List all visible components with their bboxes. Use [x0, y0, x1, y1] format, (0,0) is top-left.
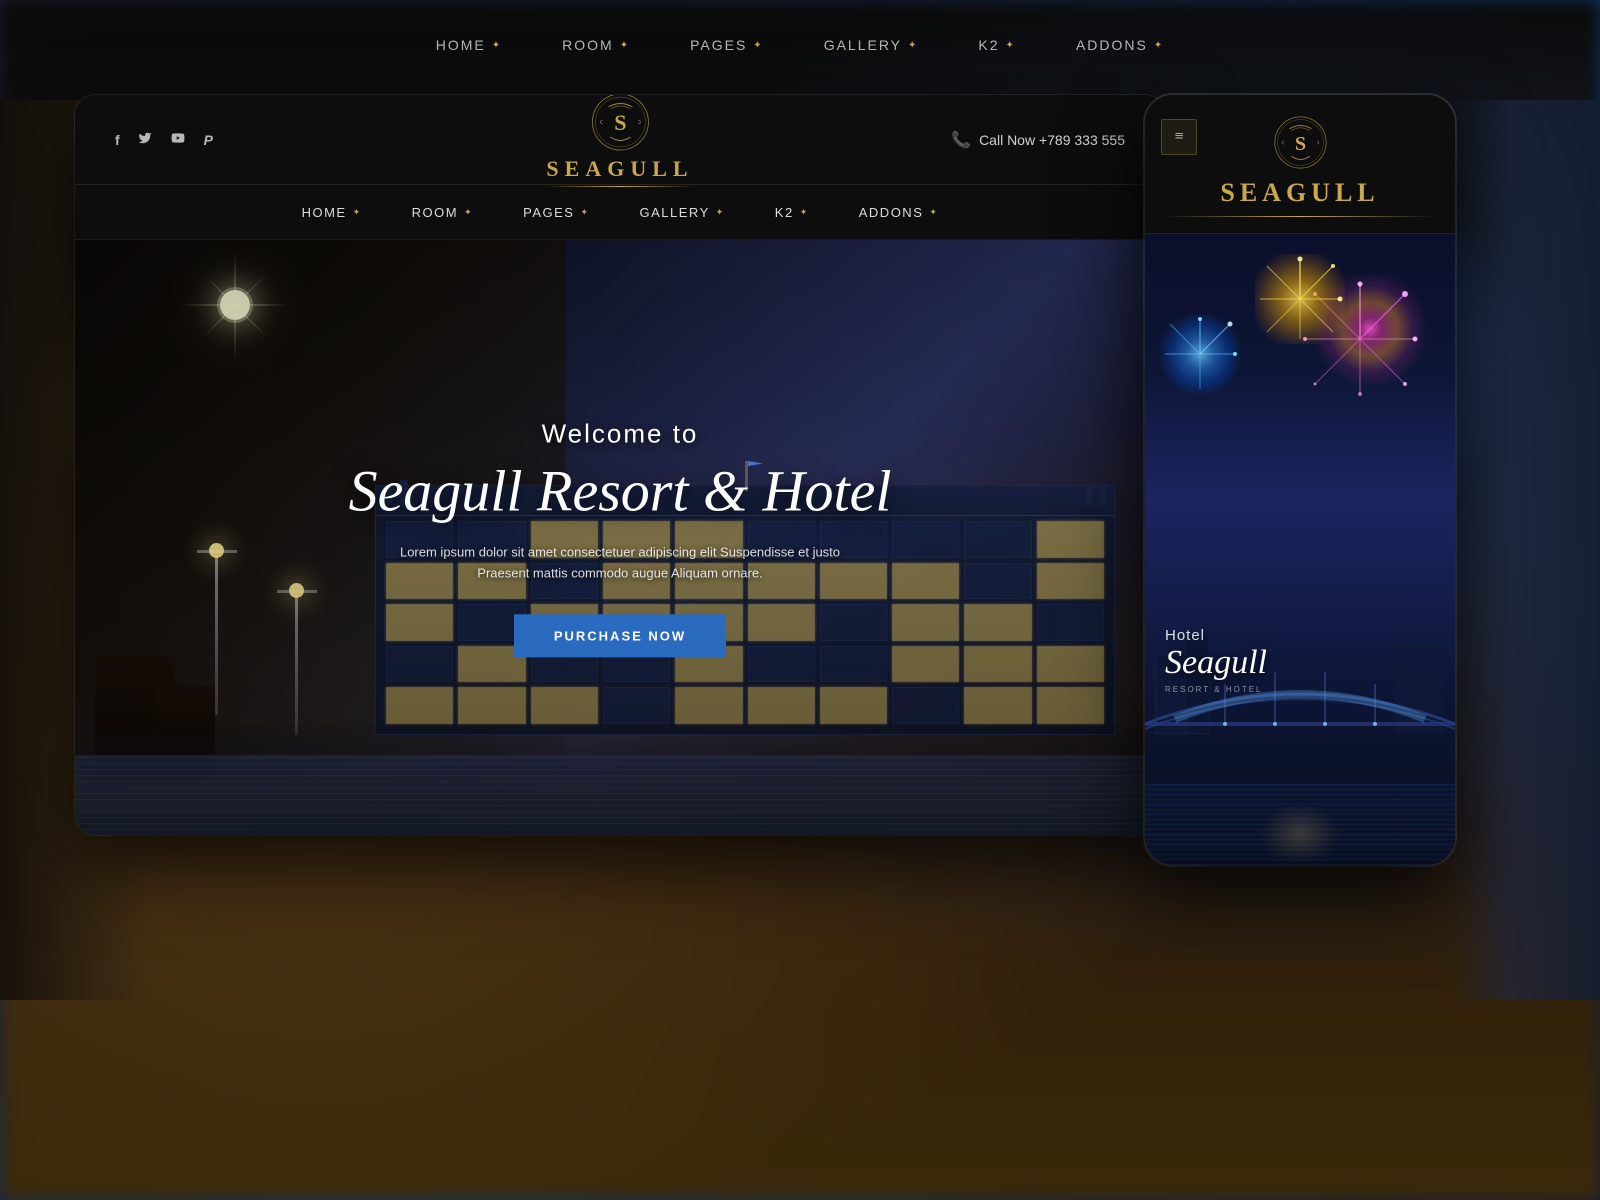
main-nav-pages[interactable]: PAGES ✦ [523, 205, 589, 220]
mobile-hero: Hotel Seagull RESORT & HOTEL [1145, 234, 1455, 865]
firework-blue [1160, 314, 1240, 394]
purchase-button[interactable]: PURCHASE NOW [514, 614, 726, 657]
hotel-title: Seagull Resort & Hotel [320, 459, 920, 523]
phone-icon: 📞 [951, 130, 971, 150]
main-nav-addons[interactable]: ADDONS ✦ [859, 205, 939, 220]
social-icons: f P [115, 131, 213, 148]
svg-text:S: S [1294, 133, 1305, 155]
call-now-text: Call Now +789 333 555 [979, 132, 1125, 148]
top-nav-item-home[interactable]: HOME ✦ [436, 37, 502, 53]
bg-right-overlay [1450, 100, 1600, 1000]
pinterest-icon[interactable]: P [204, 132, 213, 148]
mobile-mockup: ≡ S SEAGULL [1145, 95, 1455, 865]
nav-arrow-home: ✦ [492, 40, 502, 51]
tablet-mockup: f P S [75, 95, 1165, 835]
top-nav-item-room[interactable]: ROOM ✦ [562, 37, 630, 53]
pages-arrow: ✦ [580, 207, 589, 218]
youtube-icon[interactable] [170, 131, 186, 148]
top-nav-item-pages[interactable]: PAGES ✦ [690, 37, 764, 53]
mobile-water [1145, 784, 1455, 865]
facebook-icon[interactable]: f [115, 132, 120, 148]
call-now[interactable]: 📞 Call Now +789 333 555 [951, 130, 1125, 150]
gallery-arrow: ✦ [716, 207, 725, 218]
home-arrow: ✦ [353, 207, 362, 218]
top-nav-item-gallery[interactable]: GALLERY ✦ [824, 37, 919, 53]
svg-text:S: S [614, 110, 626, 135]
logo-emblem: S [590, 95, 650, 152]
logo-area: S SEAGULL [546, 95, 693, 187]
tablet-header: f P S [75, 95, 1165, 185]
water-glow-reflection [1260, 804, 1340, 864]
top-navigation: HOME ✦ ROOM ✦ PAGES ✦ GALLERY ✦ K2 ✦ ADD… [0, 0, 1600, 90]
nav-arrow-addons: ✦ [1154, 40, 1164, 51]
twitter-icon[interactable] [138, 131, 152, 148]
mobile-logo-name: SEAGULL [1220, 178, 1379, 208]
tablet-navigation: HOME ✦ ROOM ✦ PAGES ✦ GALLERY ✦ K2 ✦ ADD… [75, 185, 1165, 240]
welcome-text: Welcome to [320, 418, 920, 449]
nav-arrow-pages: ✦ [753, 40, 763, 51]
top-nav-item-k2[interactable]: K2 ✦ [978, 37, 1016, 53]
top-nav-item-addons[interactable]: ADDONS ✦ [1076, 37, 1164, 53]
mobile-hotel-name: Seagull [1165, 644, 1267, 681]
firework-gold [1255, 254, 1345, 344]
mobile-logo-emblem: S [1273, 115, 1328, 170]
nav-arrow-gallery: ✦ [908, 40, 918, 51]
hero-section: Welcome to Seagull Resort & Hotel Lorem … [75, 240, 1165, 835]
firework-gold-rays [1255, 254, 1345, 344]
mobile-hotel-label: Hotel [1165, 627, 1267, 644]
main-nav-home[interactable]: HOME ✦ [302, 205, 362, 220]
mobile-logo-underline [1165, 216, 1435, 217]
logo-underline [546, 186, 693, 187]
hero-description: Lorem ipsum dolor sit amet consectetuer … [320, 543, 920, 585]
mobile-hotel-text-overlay: Hotel Seagull RESORT & HOTEL [1165, 627, 1267, 694]
bridge-skyline [1145, 594, 1455, 794]
firework-blue-rays [1160, 314, 1240, 394]
mobile-header: ≡ S SEAGULL [1145, 95, 1455, 234]
hero-content: Welcome to Seagull Resort & Hotel Lorem … [320, 418, 920, 657]
mobile-menu-button[interactable]: ≡ [1161, 119, 1197, 155]
main-nav-room[interactable]: ROOM ✦ [412, 205, 474, 220]
hamburger-icon: ≡ [1174, 128, 1183, 146]
k2-arrow: ✦ [800, 207, 809, 218]
addons-arrow: ✦ [929, 207, 938, 218]
logo-name: SEAGULL [546, 156, 693, 182]
room-arrow: ✦ [464, 207, 473, 218]
nav-arrow-room: ✦ [620, 40, 630, 51]
main-nav-gallery[interactable]: GALLERY ✦ [640, 205, 725, 220]
nav-arrow-k2: ✦ [1006, 40, 1016, 51]
mobile-hotel-tagline: RESORT & HOTEL [1165, 685, 1267, 694]
main-nav-k2[interactable]: K2 ✦ [775, 205, 809, 220]
